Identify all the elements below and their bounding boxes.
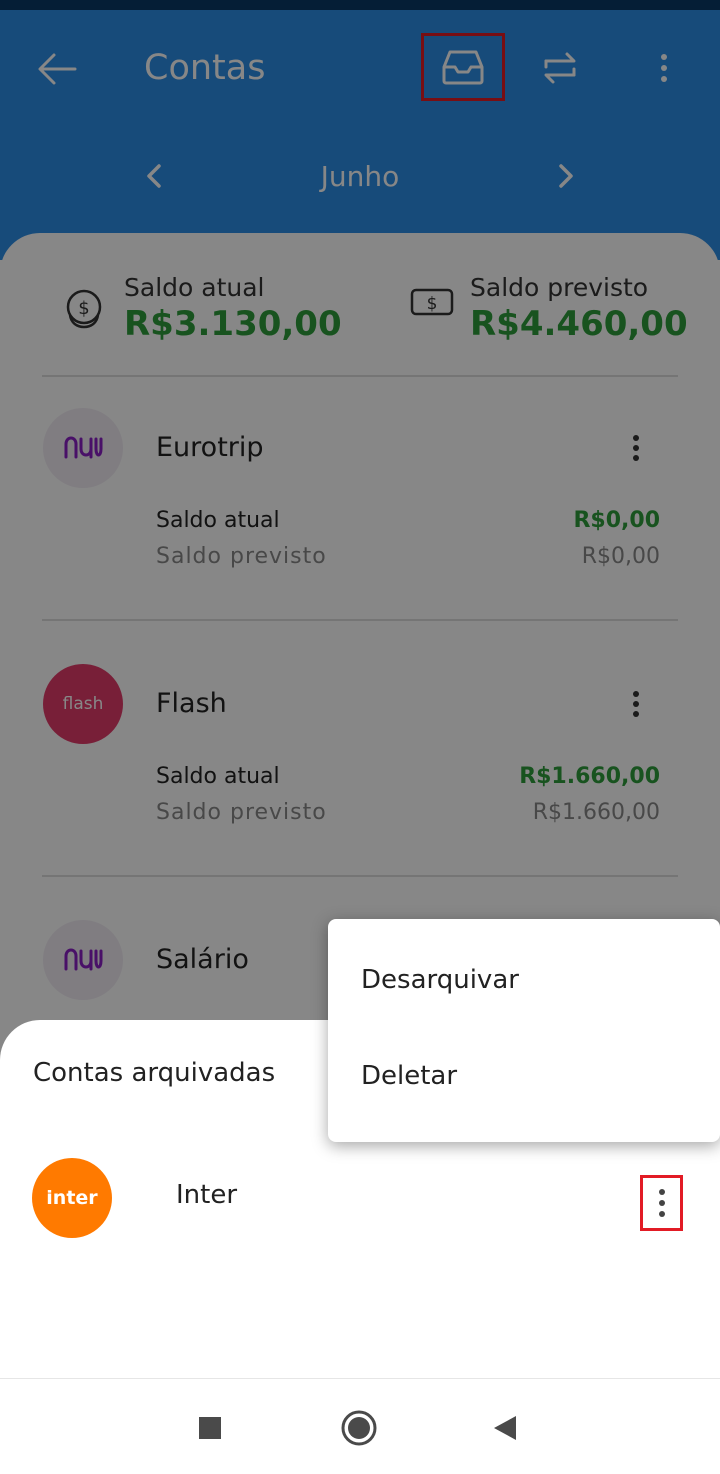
archived-account-item[interactable]: inter Inter <box>0 1150 720 1250</box>
triangle-back-icon <box>494 1416 516 1440</box>
archived-account-menu-button[interactable] <box>640 1175 683 1231</box>
inter-logo: inter <box>32 1158 112 1238</box>
system-nav-bar <box>0 1378 720 1474</box>
back-nav-button[interactable] <box>480 1403 530 1453</box>
circle-icon <box>341 1410 377 1446</box>
home-button[interactable] <box>334 1403 384 1453</box>
archived-account-name: Inter <box>176 1180 238 1210</box>
more-vertical-icon <box>658 1189 665 1217</box>
sheet-title: Contas arquivadas <box>33 1058 276 1088</box>
menu-item-delete[interactable]: Deletar <box>361 1061 457 1091</box>
account-options-menu: Desarquivar Deletar <box>328 919 720 1142</box>
recents-button[interactable] <box>185 1403 235 1453</box>
inter-logo-text: inter <box>46 1187 98 1209</box>
square-icon <box>199 1417 221 1439</box>
menu-item-unarchive[interactable]: Desarquivar <box>361 965 519 995</box>
